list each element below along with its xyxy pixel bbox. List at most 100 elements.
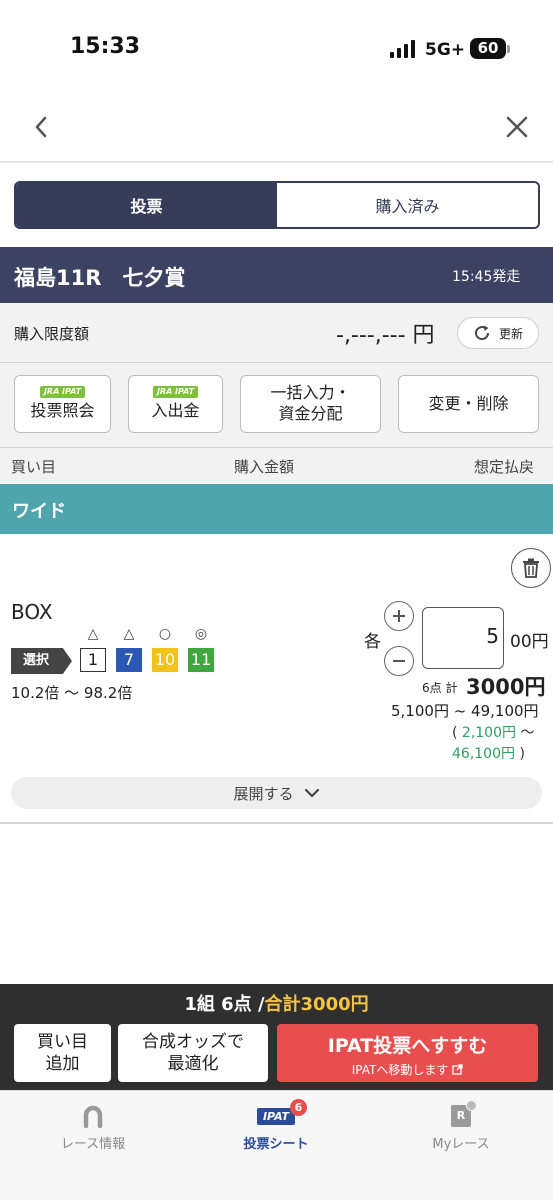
tab-purchased[interactable]: 購入済み xyxy=(277,183,538,227)
my-race-icon: R xyxy=(451,1100,477,1127)
add-bet-line1: 買い目 xyxy=(37,1031,88,1052)
profit-max: 46,100円 xyxy=(452,746,515,762)
profit-range-line1: ( 2,100円 〜 xyxy=(452,722,534,742)
horse-mark: △ xyxy=(123,626,135,642)
battery-icon: 60 xyxy=(470,38,506,59)
ipat-proceed-button[interactable]: IPAT投票へすすむ IPATへ移動します xyxy=(277,1024,538,1082)
payout-range: 5,100円 ~ 49,100円 xyxy=(391,702,539,720)
expand-button[interactable]: 展開する xyxy=(11,777,542,809)
status-bar: 15:33 5G+ 60 xyxy=(0,0,553,100)
vote-inquiry-label: 投票照会 xyxy=(30,401,95,421)
nav-race-info[interactable]: レース情報 xyxy=(23,1103,163,1152)
delete-bet-button[interactable] xyxy=(511,548,551,588)
ipat-proceed-label: IPAT投票へすすむ xyxy=(327,1035,488,1057)
col-selection: 買い目 xyxy=(11,458,57,476)
bet-type-header: ワイド xyxy=(0,484,553,534)
summary-line: 1組 6点 /合計3000円 xyxy=(0,990,553,1016)
horse-mark: ○ xyxy=(158,626,172,642)
action-row: JRA IPAT 投票照会 JRA IPAT 入出金 一括入力・ 資金分配 変更… xyxy=(0,363,553,447)
col-amount: 購入金額 xyxy=(234,458,295,476)
profit-open: ( xyxy=(452,725,458,741)
bet-card: BOX △ △ ○ ◎ 選択 1 7 10 11 10.2倍 〜 98.2倍 各… xyxy=(0,534,553,824)
optimize-odds-button[interactable]: 合成オッズで 最適化 xyxy=(118,1024,268,1082)
refresh-label: 更新 xyxy=(498,326,523,341)
profit-tilde: 〜 xyxy=(520,725,535,741)
network-label: 5G+ xyxy=(425,40,466,60)
back-icon[interactable] xyxy=(28,113,56,141)
summary-count: 1組 6点 / xyxy=(184,994,265,1015)
race-header: 福島11R 七夕賞 15:45発走 xyxy=(0,247,553,303)
purchase-limit-row: 購入限度額 -,---,--- 円 更新 xyxy=(0,303,553,363)
nav-my-race[interactable]: R Myレース xyxy=(391,1100,531,1152)
add-bet-line2: 追加 xyxy=(45,1054,80,1074)
refresh-button[interactable]: 更新 xyxy=(457,317,539,349)
bulk-input-line2: 資金分配 xyxy=(278,404,343,423)
ipat-proceed-sub: IPATへ移動します xyxy=(277,1061,538,1078)
segment-tabs: 投票 購入済み xyxy=(14,181,540,229)
bottom-nav: レース情報 IPAT 6 投票シート R Myレース xyxy=(0,1090,553,1200)
optimize-line2: 最適化 xyxy=(167,1054,219,1074)
horse-mark: △ xyxy=(87,626,99,642)
nav-bar xyxy=(0,100,553,163)
decrease-amount-button[interactable] xyxy=(384,646,414,676)
optimize-line1: 合成オッズで xyxy=(142,1031,244,1052)
plus-icon xyxy=(393,610,405,622)
refresh-icon xyxy=(475,325,489,341)
nav-race-info-label: レース情報 xyxy=(60,1137,126,1152)
horse-number: 1 xyxy=(80,648,106,672)
jra-ipat-badge: JRA IPAT xyxy=(39,385,86,399)
status-time: 15:33 xyxy=(70,34,141,59)
race-start-time: 15:45発走 xyxy=(452,269,521,285)
bulk-input-button[interactable]: 一括入力・ 資金分配 xyxy=(240,375,381,433)
horse-number: 10 xyxy=(152,648,178,672)
my-race-icon-letter: R xyxy=(456,1109,466,1122)
expand-label: 展開する xyxy=(233,784,294,803)
ipat-proceed-sub-text: IPATへ移動します xyxy=(351,1063,449,1077)
bet-total: 3000円 xyxy=(466,675,546,699)
nav-vote-sheet-label: 投票シート xyxy=(243,1137,309,1152)
amount-unit: 00円 xyxy=(510,632,549,652)
horseshoe-icon xyxy=(83,1105,103,1128)
signal-icon xyxy=(390,40,415,58)
profit-close: ) xyxy=(519,746,525,762)
ipat-logo-icon: IPAT xyxy=(256,1107,296,1125)
summary-bar: 1組 6点 /合計3000円 買い目 追加 合成オッズで 最適化 IPAT投票へ… xyxy=(0,984,553,1090)
jra-ipat-badge: JRA IPAT xyxy=(152,385,199,399)
bet-method: BOX xyxy=(11,600,53,624)
each-label: 各 xyxy=(364,632,381,652)
profit-range-line2: 46,100円 ) xyxy=(452,743,525,763)
column-headers: 買い目 購入金額 想定払戻 xyxy=(0,447,553,483)
odds-range: 10.2倍 〜 98.2倍 xyxy=(11,684,133,702)
deposit-label: 入出金 xyxy=(151,401,200,421)
increase-amount-button[interactable] xyxy=(384,601,414,631)
edit-delete-label: 変更・削除 xyxy=(428,393,509,413)
count-label: 6点 計 xyxy=(422,681,458,695)
vote-sheet-badge: 6 xyxy=(290,1099,307,1116)
horse-number: 7 xyxy=(116,648,142,672)
close-icon[interactable] xyxy=(503,113,531,141)
horse-mark: ◎ xyxy=(194,626,208,642)
nav-vote-sheet[interactable]: IPAT 6 投票シート xyxy=(206,1099,346,1152)
add-bet-button[interactable]: 買い目 追加 xyxy=(14,1024,111,1082)
nav-my-race-label: Myレース xyxy=(432,1137,490,1152)
vote-inquiry-button[interactable]: JRA IPAT 投票照会 xyxy=(14,375,111,433)
select-tag: 選択 xyxy=(11,648,72,674)
horse-number: 11 xyxy=(188,648,214,672)
col-payout: 想定払戻 xyxy=(474,458,535,476)
bulk-input-line1: 一括入力・ xyxy=(270,383,351,403)
trash-icon xyxy=(523,558,539,578)
edit-delete-button[interactable]: 変更・削除 xyxy=(398,375,539,433)
profit-min: 2,100円 xyxy=(461,725,517,741)
check-icon xyxy=(466,1100,477,1111)
external-link-icon xyxy=(452,1064,463,1075)
chevron-down-icon xyxy=(304,788,319,798)
limit-value: -,---,--- 円 xyxy=(336,323,435,348)
amount-input[interactable]: 5 xyxy=(422,607,504,669)
tab-vote[interactable]: 投票 xyxy=(16,183,277,227)
minus-icon xyxy=(393,660,405,662)
summary-total: 合計3000円 xyxy=(264,994,369,1015)
limit-label: 購入限度額 xyxy=(14,325,90,343)
battery-tip xyxy=(507,45,510,53)
race-name: 福島11R 七夕賞 xyxy=(14,266,186,290)
deposit-button[interactable]: JRA IPAT 入出金 xyxy=(128,375,223,433)
